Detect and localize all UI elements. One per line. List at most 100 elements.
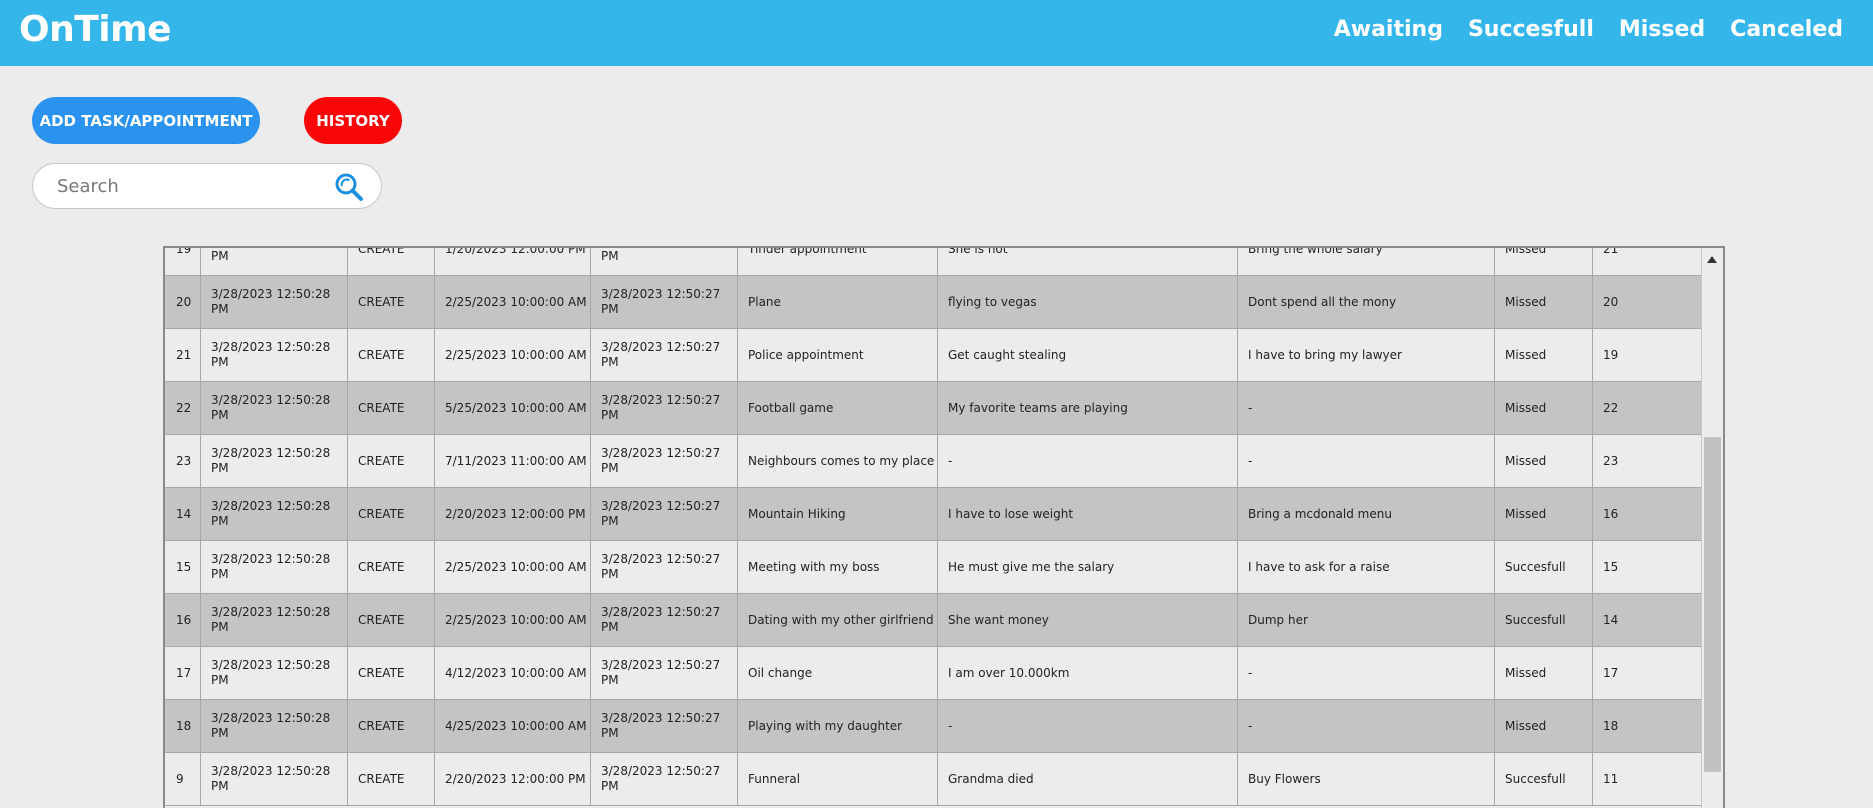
cell-title[interactable]: Mountain Hiking bbox=[738, 488, 938, 540]
cell-action[interactable]: CREATE bbox=[348, 276, 435, 328]
scroll-up-arrow-icon[interactable] bbox=[1707, 256, 1717, 263]
cell-date[interactable]: 2/20/2023 12:00:00 PM bbox=[435, 753, 591, 805]
cell-id[interactable]: 23 bbox=[165, 435, 201, 487]
cell-date[interactable]: 5/25/2023 10:00:00 AM bbox=[435, 382, 591, 434]
cell-number[interactable]: 15 bbox=[1593, 541, 1703, 593]
cell-date[interactable]: 2/25/2023 10:00:00 AM bbox=[435, 276, 591, 328]
cell-title[interactable]: Plane bbox=[738, 276, 938, 328]
cell-created[interactable]: 3/28/2023 12:50:28 PM bbox=[201, 329, 348, 381]
table-row[interactable]: 14 3/28/2023 12:50:28 PM CREATE 2/20/2023 1… bbox=[165, 488, 1703, 541]
search-input[interactable] bbox=[57, 173, 337, 199]
cell-notes[interactable]: I have to ask for a raise bbox=[1238, 541, 1495, 593]
cell-description[interactable]: Get caught stealing bbox=[938, 329, 1238, 381]
table-row[interactable]: 21 3/28/2023 12:50:28 PM CREATE 2/25/2023 1… bbox=[165, 329, 1703, 382]
cell-created[interactable]: 3/28/2023 12:50:28 PM bbox=[201, 276, 348, 328]
cell-action[interactable]: CREATE bbox=[348, 753, 435, 805]
cell-id[interactable]: 18 bbox=[165, 700, 201, 752]
cell-description[interactable]: - bbox=[938, 700, 1238, 752]
cell-modified[interactable]: 3/28/2023 12:50:27 PM bbox=[591, 435, 738, 487]
table-row[interactable]: 15 3/28/2023 12:50:28 PM CREATE 2/25/2023 1… bbox=[165, 541, 1703, 594]
cell-modified[interactable]: 3/28/2023 12:50:27 PM bbox=[591, 594, 738, 646]
cell-action[interactable]: CREATE bbox=[348, 382, 435, 434]
cell-date[interactable]: 2/25/2023 10:00:00 AM bbox=[435, 541, 591, 593]
cell-date[interactable]: 2/25/2023 10:00:00 AM bbox=[435, 594, 591, 646]
cell-status[interactable]: Missed bbox=[1495, 647, 1593, 699]
cell-title[interactable]: Dating with my other girlfriend bbox=[738, 594, 938, 646]
cell-created[interactable]: 3/28/2023 12:50:28 PM bbox=[201, 541, 348, 593]
cell-modified[interactable]: 3/28/2023 12:50:27 PM bbox=[591, 647, 738, 699]
cell-title[interactable]: Oil change bbox=[738, 647, 938, 699]
cell-description[interactable]: - bbox=[938, 435, 1238, 487]
cell-notes[interactable]: Dump her bbox=[1238, 594, 1495, 646]
cell-action[interactable]: CREATE bbox=[348, 647, 435, 699]
nav-canceled[interactable]: Canceled bbox=[1730, 17, 1843, 42]
cell-id[interactable]: 17 bbox=[165, 647, 201, 699]
cell-id[interactable]: 21 bbox=[165, 329, 201, 381]
cell-date[interactable]: 7/11/2023 11:00:00 AM bbox=[435, 435, 591, 487]
cell-notes[interactable]: Buy Flowers bbox=[1238, 753, 1495, 805]
cell-number[interactable]: 16 bbox=[1593, 488, 1703, 540]
cell-notes[interactable]: Bring the whole salary bbox=[1238, 248, 1495, 275]
cell-action[interactable]: CREATE bbox=[348, 435, 435, 487]
cell-number[interactable]: 18 bbox=[1593, 700, 1703, 752]
history-button[interactable]: HISTORY bbox=[304, 97, 402, 144]
table-row[interactable]: 20 3/28/2023 12:50:28 PM CREATE 2/25/2023 1… bbox=[165, 276, 1703, 329]
cell-modified[interactable]: 3/28/2023 12:50:27 PM bbox=[591, 329, 738, 381]
cell-modified[interactable]: 3/28/2023 12:50:27 PM bbox=[591, 276, 738, 328]
cell-created[interactable]: 3/28/2023 12:50:28 PM bbox=[201, 488, 348, 540]
cell-modified[interactable]: 3/28/2023 12:50:27 PM bbox=[591, 753, 738, 805]
cell-date[interactable]: 2/20/2023 12:00:00 PM bbox=[435, 488, 591, 540]
cell-created[interactable]: 3/28/2023 12:50:28 PM bbox=[201, 435, 348, 487]
cell-action[interactable]: CREATE bbox=[348, 594, 435, 646]
nav-succesfull[interactable]: Succesfull bbox=[1468, 17, 1594, 42]
cell-notes[interactable]: - bbox=[1238, 435, 1495, 487]
vertical-scrollbar[interactable] bbox=[1701, 248, 1723, 808]
cell-id[interactable]: 20 bbox=[165, 276, 201, 328]
search-icon[interactable] bbox=[333, 171, 365, 203]
cell-action[interactable]: CREATE bbox=[348, 541, 435, 593]
cell-number[interactable]: 14 bbox=[1593, 594, 1703, 646]
app-logo[interactable]: OnTime bbox=[19, 9, 172, 50]
cell-notes[interactable]: - bbox=[1238, 700, 1495, 752]
cell-number[interactable]: 19 bbox=[1593, 329, 1703, 381]
table-row[interactable]: 16 3/28/2023 12:50:28 PM CREATE 2/25/2023 1… bbox=[165, 594, 1703, 647]
table-row[interactable]: 9 3/28/2023 12:50:28 PM CREATE 2/20/2023 12… bbox=[165, 753, 1703, 806]
cell-description[interactable]: My favorite teams are playing bbox=[938, 382, 1238, 434]
cell-id[interactable]: 9 bbox=[165, 753, 201, 805]
add-task-button[interactable]: ADD TASK/APPOINTMENT bbox=[32, 97, 260, 144]
cell-notes[interactable]: Bring a mcdonald menu bbox=[1238, 488, 1495, 540]
table-row[interactable]: 193/28/2023 12:50:28 PMCREATE1/20/2023 1… bbox=[165, 248, 1703, 276]
cell-status[interactable]: Succesfull bbox=[1495, 594, 1593, 646]
cell-description[interactable]: I have to lose weight bbox=[938, 488, 1238, 540]
cell-status[interactable]: Missed bbox=[1495, 382, 1593, 434]
cell-date[interactable]: 1/20/2023 12:00:00 PM bbox=[435, 248, 591, 275]
cell-id[interactable]: 14 bbox=[165, 488, 201, 540]
cell-number[interactable]: 21 bbox=[1593, 248, 1703, 275]
cell-id[interactable]: 16 bbox=[165, 594, 201, 646]
cell-status[interactable]: Missed bbox=[1495, 248, 1593, 275]
cell-modified[interactable]: 3/28/2023 12:50:27 PM bbox=[591, 248, 738, 275]
cell-notes[interactable]: Dont spend all the mony bbox=[1238, 276, 1495, 328]
cell-number[interactable]: 17 bbox=[1593, 647, 1703, 699]
cell-description[interactable]: I am over 10.000km bbox=[938, 647, 1238, 699]
cell-description[interactable]: She is hot bbox=[938, 248, 1238, 275]
cell-id[interactable]: 22 bbox=[165, 382, 201, 434]
cell-date[interactable]: 4/25/2023 10:00:00 AM bbox=[435, 700, 591, 752]
cell-date[interactable]: 4/12/2023 10:00:00 AM bbox=[435, 647, 591, 699]
cell-id[interactable]: 15 bbox=[165, 541, 201, 593]
cell-title[interactable]: Funneral bbox=[738, 753, 938, 805]
cell-number[interactable]: 11 bbox=[1593, 753, 1703, 805]
table-row[interactable]: 23 3/28/2023 12:50:28 PM CREATE 7/11/2023 1… bbox=[165, 435, 1703, 488]
cell-modified[interactable]: 3/28/2023 12:50:27 PM bbox=[591, 382, 738, 434]
cell-status[interactable]: Missed bbox=[1495, 329, 1593, 381]
cell-title[interactable]: Tinder appointment bbox=[738, 248, 938, 275]
cell-created[interactable]: 3/28/2023 12:50:28 PM bbox=[201, 248, 348, 275]
cell-date[interactable]: 2/25/2023 10:00:00 AM bbox=[435, 329, 591, 381]
scroll-thumb[interactable] bbox=[1704, 437, 1721, 772]
cell-description[interactable]: Grandma died bbox=[938, 753, 1238, 805]
cell-modified[interactable]: 3/28/2023 12:50:27 PM bbox=[591, 488, 738, 540]
nav-awaiting[interactable]: Awaiting bbox=[1334, 17, 1443, 42]
cell-description[interactable]: She want money bbox=[938, 594, 1238, 646]
cell-created[interactable]: 3/28/2023 12:50:28 PM bbox=[201, 647, 348, 699]
cell-title[interactable]: Police appointment bbox=[738, 329, 938, 381]
